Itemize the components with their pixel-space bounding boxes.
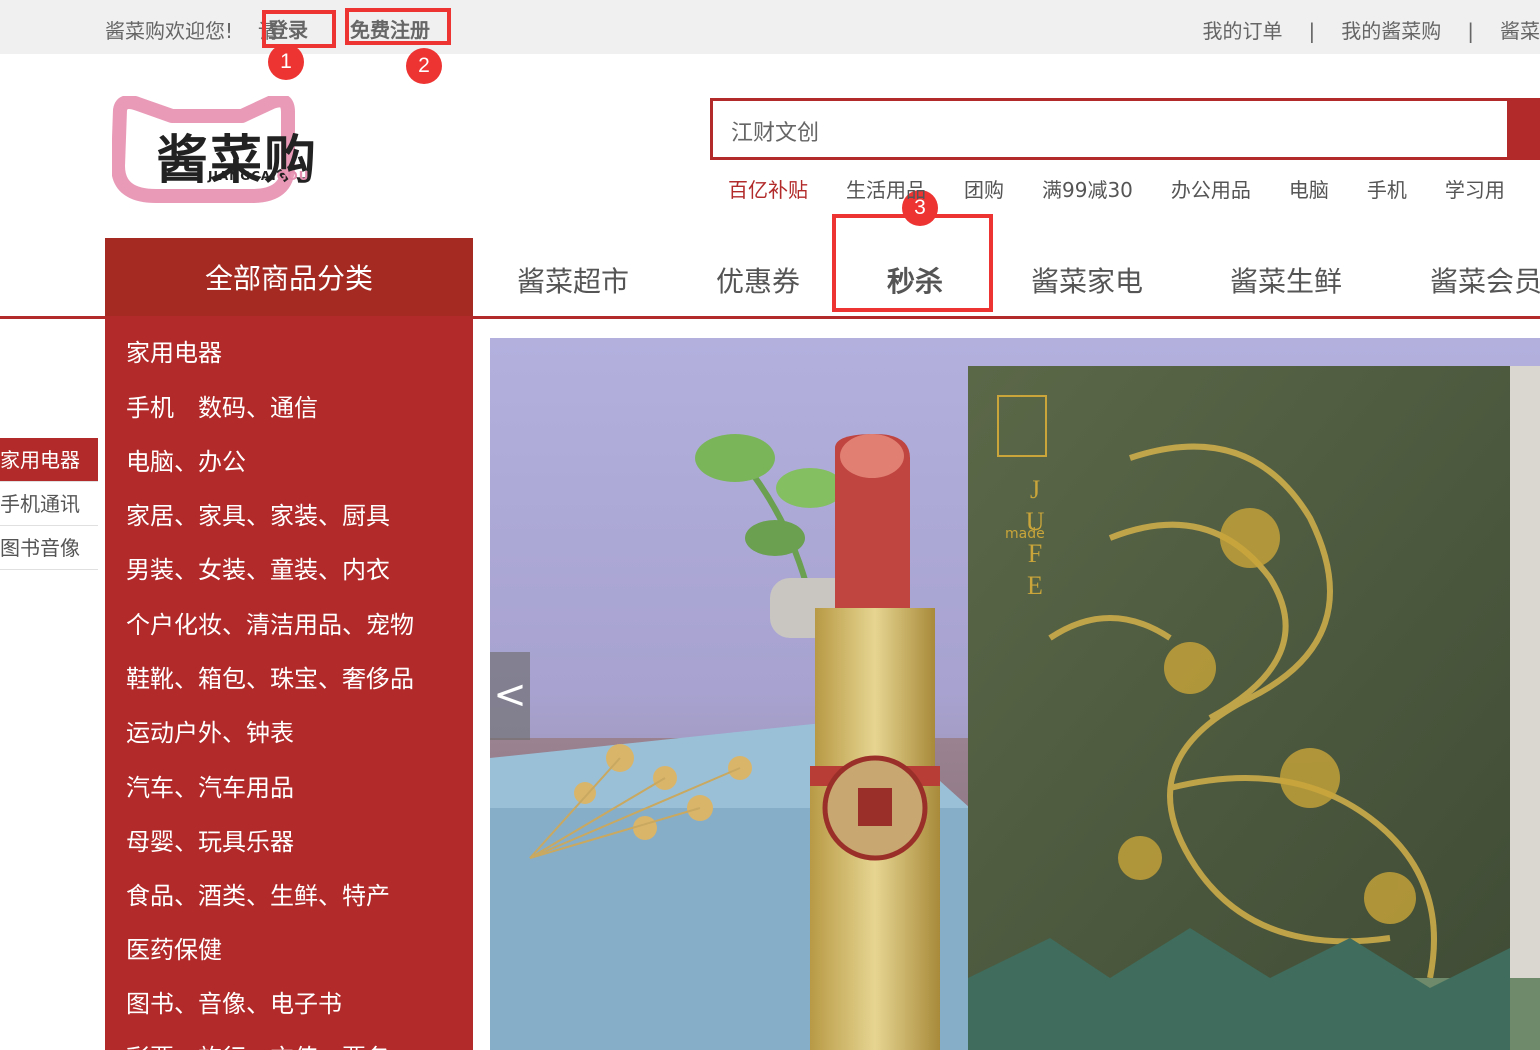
category-item[interactable]: 电脑、办公 — [126, 442, 246, 477]
nav-supermarket[interactable]: 酱菜超市 — [517, 260, 629, 300]
category-item[interactable]: 家用电器 — [126, 333, 222, 368]
main-nav: 酱菜超市 优惠券 秒杀 酱菜家电 酱菜生鲜 酱菜会员 — [473, 238, 1540, 318]
page: 酱菜购欢迎您! 请 登录 免费注册 我的订单 | 我的酱菜购 | 酱菜 1 2 3 酱菜… — [0, 0, 1540, 1050]
hotword-link[interactable]: 满99减30 — [1042, 174, 1133, 203]
box-brand-letter: E — [1027, 571, 1043, 600]
hotword-link[interactable]: 电脑 — [1289, 174, 1329, 203]
category-item[interactable]: 食品、酒类、生鲜、特产 — [126, 876, 390, 911]
hotword-link[interactable]: 办公用品 — [1171, 174, 1251, 203]
category-item[interactable]: 图书、音像、电子书 — [126, 984, 342, 1019]
hotword-link[interactable]: 团购 — [964, 174, 1004, 203]
category-item[interactable]: 彩票、旅行、充值、票务 — [126, 1038, 390, 1050]
logo-sub-pink: GOU — [276, 169, 310, 183]
hot-keywords: 百亿补贴 生活用品 团购 满99减30 办公用品 电脑 手机 学习用 — [728, 174, 1540, 203]
nav-seckill[interactable]: 秒杀 — [887, 260, 943, 300]
all-categories-button[interactable]: 全部商品分类 — [105, 238, 473, 320]
category-item[interactable]: 医药保健 — [126, 930, 222, 965]
category-item[interactable]: 手机 数码、通信 — [126, 388, 318, 423]
search-input[interactable]: 江财文创 — [731, 115, 819, 147]
banner-image: JUFE made — [490, 338, 1540, 1050]
floor-item-appliances[interactable]: 家用电器 — [0, 438, 98, 482]
category-item[interactable]: 运动户外、钟表 — [126, 713, 294, 748]
logo-subtext: JIANGCAIGOU — [208, 169, 309, 183]
site-logo[interactable]: 酱菜购 JIANGCAIGOU — [112, 96, 412, 206]
nav-fresh[interactable]: 酱菜生鲜 — [1230, 260, 1342, 300]
hotword-link[interactable]: 百亿补贴 — [728, 174, 808, 203]
annotation-badge-2: 2 — [406, 48, 442, 84]
box-brand-letter: J — [1030, 475, 1040, 504]
nav-appliances[interactable]: 酱菜家电 — [1031, 260, 1143, 300]
banner-carousel[interactable]: JUFE made — [490, 338, 1540, 1050]
category-item[interactable]: 男装、女装、童装、内衣 — [126, 550, 390, 585]
hotword-link[interactable]: 学习用 — [1445, 174, 1505, 203]
annotation-box-register — [345, 8, 451, 45]
top-bar: 酱菜购欢迎您! 请 登录 免费注册 我的订单 | 我的酱菜购 | 酱菜 — [0, 0, 1540, 54]
nav-membership[interactable]: 酱菜会员 — [1430, 260, 1540, 300]
box-brand-letter: F — [1028, 539, 1042, 568]
my-orders-link[interactable]: 我的订单 — [1203, 19, 1283, 43]
my-account-link[interactable]: 我的酱菜购 — [1341, 19, 1441, 43]
category-item[interactable]: 家居、家具、家装、厨具 — [126, 496, 390, 531]
category-item[interactable]: 汽车、汽车用品 — [126, 768, 294, 803]
top-right-links: 我的订单 | 我的酱菜购 | 酱菜 — [1203, 15, 1540, 44]
logo-sub-dark: JIANGCAI — [208, 169, 277, 183]
box-made-text: made — [1005, 526, 1045, 542]
welcome-text: 酱菜购欢迎您! — [105, 19, 234, 43]
hotword-link[interactable]: 手机 — [1367, 174, 1407, 203]
category-item[interactable]: 鞋靴、箱包、珠宝、奢侈品 — [126, 659, 414, 694]
category-item[interactable]: 母婴、玩具乐器 — [126, 822, 294, 857]
nav-coupons[interactable]: 优惠券 — [716, 260, 800, 300]
category-item[interactable]: 个户化妆、清洁用品、宠物 — [126, 605, 414, 640]
search-button[interactable] — [1510, 98, 1540, 160]
hotword-link[interactable]: 生活用品 — [846, 174, 926, 203]
divider: | — [1308, 19, 1316, 43]
more-link[interactable]: 酱菜 — [1500, 19, 1540, 43]
search-box[interactable]: 江财文创 — [710, 98, 1510, 160]
floor-item-phones[interactable]: 手机通讯 — [0, 482, 98, 526]
category-menu: 家用电器 手机 数码、通信 电脑、办公 家居、家具、家装、厨具 男装、女装、童装… — [105, 319, 473, 1050]
annotation-box-login — [262, 10, 336, 48]
floor-nav: 家用电器 手机通讯 图书音像 — [0, 438, 98, 570]
divider: | — [1467, 19, 1474, 43]
floor-item-books[interactable]: 图书音像 — [0, 526, 98, 570]
carousel-prev-button[interactable]: < — [490, 652, 530, 740]
annotation-badge-1: 1 — [268, 44, 304, 80]
